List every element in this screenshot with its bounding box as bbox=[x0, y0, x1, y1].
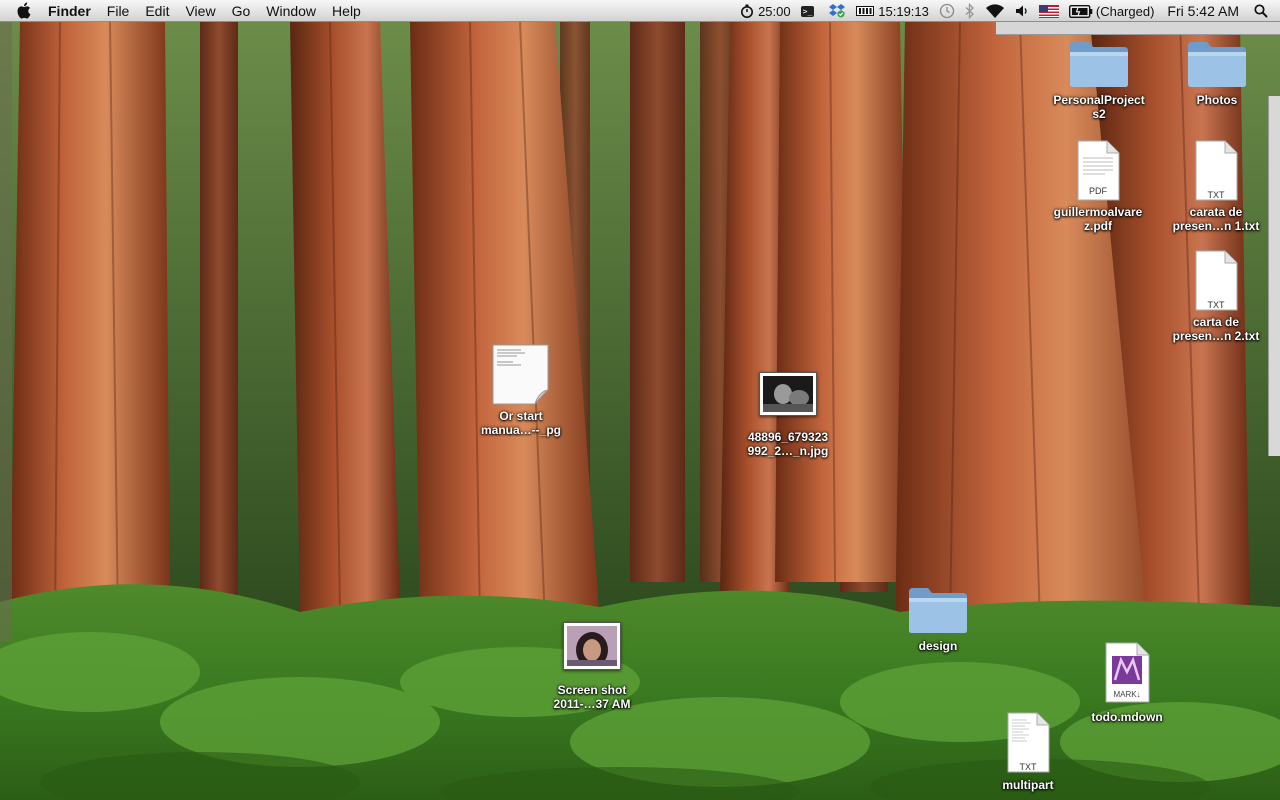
battery-time-value: 15:19:13 bbox=[878, 3, 929, 19]
folder-icon bbox=[909, 588, 967, 633]
desktop-icon-label: Photos bbox=[1196, 93, 1238, 107]
bluetooth-status-item[interactable] bbox=[960, 0, 980, 22]
portrait-photo-icon bbox=[567, 626, 617, 668]
top-right-window-edge[interactable] bbox=[996, 22, 1280, 35]
menu-go[interactable]: Go bbox=[224, 0, 259, 22]
timer-value: 25:00 bbox=[758, 3, 791, 19]
menu-bar: Finder File Edit View Go Window Help 25:… bbox=[0, 0, 1280, 22]
desktop-icon-label: carata de presen…n 1.txt bbox=[1172, 205, 1260, 233]
text-document-icon: TXT bbox=[1195, 140, 1238, 201]
desktop-icon-label: 48896_679323 992_2…_n.jpg bbox=[747, 430, 829, 458]
desktop-icon-or-start[interactable]: Or start manua…--_pg bbox=[461, 344, 581, 437]
dropbox-icon bbox=[829, 4, 846, 18]
desktop-icon-label: design bbox=[918, 639, 958, 653]
terminal-status-item[interactable]: >_ bbox=[796, 0, 824, 22]
markdown-badge: MARK↓ bbox=[1113, 690, 1140, 699]
status-menus: 25:00 >_ 15:19:13 (Charged) Fri 5:42 AM bbox=[735, 0, 1280, 22]
terminal-icon: >_ bbox=[800, 5, 815, 17]
clock-value: Fri 5:42 AM bbox=[1167, 3, 1239, 19]
spotlight-status-item[interactable] bbox=[1249, 0, 1280, 22]
clock-status-item[interactable]: Fri 5:42 AM bbox=[1159, 0, 1249, 22]
time-machine-icon bbox=[939, 3, 955, 19]
input-source-status-item[interactable] bbox=[1034, 0, 1064, 22]
desktop-icon-carta-2-txt[interactable]: TXT carta de presen…n 2.txt bbox=[1156, 250, 1276, 343]
desktop-icon-carata-1-txt[interactable]: TXT carata de presen…n 1.txt bbox=[1156, 140, 1276, 233]
txt-badge: TXT bbox=[1208, 190, 1226, 200]
battery-icon bbox=[1068, 4, 1093, 18]
curled-document-icon bbox=[492, 344, 549, 405]
folder-icon bbox=[1188, 42, 1246, 87]
desktop-icon-multipart[interactable]: TXT multipart bbox=[968, 712, 1088, 792]
menu-edit[interactable]: Edit bbox=[137, 0, 177, 22]
desktop-icon-label: PersonalProject s2 bbox=[1053, 93, 1145, 121]
desktop-icon-design[interactable]: design bbox=[878, 584, 998, 653]
desktop-icon-screenshot[interactable]: Screen shot 2011-…37 AM bbox=[532, 622, 652, 711]
menu-window[interactable]: Window bbox=[258, 0, 324, 22]
desktop-icon-personal-projects[interactable]: PersonalProject s2 bbox=[1039, 38, 1159, 121]
dropbox-status-item[interactable] bbox=[823, 0, 851, 22]
menu-view[interactable]: View bbox=[177, 0, 223, 22]
txt-badge: TXT bbox=[1020, 762, 1038, 772]
txt-badge: TXT bbox=[1208, 300, 1226, 310]
pdf-document-icon: PDF bbox=[1077, 140, 1120, 201]
app-menu-finder[interactable]: Finder bbox=[40, 0, 99, 22]
desktop-icon-photos[interactable]: Photos bbox=[1157, 38, 1277, 107]
volume-status-item[interactable] bbox=[1010, 0, 1034, 22]
wifi-icon bbox=[985, 3, 1004, 18]
screenshot-thumbnail bbox=[563, 622, 621, 670]
desktop-icon-label: Or start manua…--_pg bbox=[480, 409, 561, 437]
text-document-icon: TXT bbox=[1007, 712, 1050, 773]
battery-state: (Charged) bbox=[1095, 3, 1155, 19]
folder-icon bbox=[1070, 42, 1128, 87]
speaker-icon bbox=[1015, 5, 1027, 17]
desktop-icon-label: multipart bbox=[1002, 778, 1054, 792]
desktop-icon-label: guillermoalvare z.pdf bbox=[1053, 205, 1143, 233]
time-machine-status-item[interactable] bbox=[934, 0, 960, 22]
apple-menu-icon[interactable] bbox=[12, 0, 34, 22]
text-document-icon: TXT bbox=[1195, 250, 1238, 311]
left-window-edge[interactable] bbox=[0, 22, 12, 642]
photo-thumbnail bbox=[759, 372, 817, 416]
battery-status-item[interactable]: (Charged) bbox=[1064, 0, 1160, 22]
spotlight-search-icon bbox=[1254, 4, 1268, 18]
timer-status-item[interactable]: 25:00 bbox=[735, 0, 796, 22]
menu-help[interactable]: Help bbox=[324, 0, 369, 22]
desktop-icon-photo-jpg[interactable]: 48896_679323 992_2…_n.jpg bbox=[728, 372, 848, 458]
desktop-icon-resume-pdf[interactable]: PDF guillermoalvare z.pdf bbox=[1038, 140, 1158, 233]
desktop-icon-label: carta de presen…n 2.txt bbox=[1172, 315, 1260, 343]
memory-icon bbox=[856, 6, 875, 16]
bluetooth-icon bbox=[965, 3, 974, 19]
markdown-document-icon: MARK↓ bbox=[1105, 642, 1150, 703]
menu-file[interactable]: File bbox=[99, 0, 138, 22]
battery-time-status-item[interactable]: 15:19:13 bbox=[851, 0, 934, 22]
stopwatch-icon bbox=[741, 4, 754, 18]
us-flag-icon bbox=[1038, 4, 1059, 18]
grayscale-photo-icon bbox=[763, 376, 813, 412]
pdf-badge: PDF bbox=[1089, 186, 1108, 196]
wifi-status-item[interactable] bbox=[980, 0, 1010, 22]
desktop-icon-label: Screen shot 2011-…37 AM bbox=[553, 683, 631, 711]
